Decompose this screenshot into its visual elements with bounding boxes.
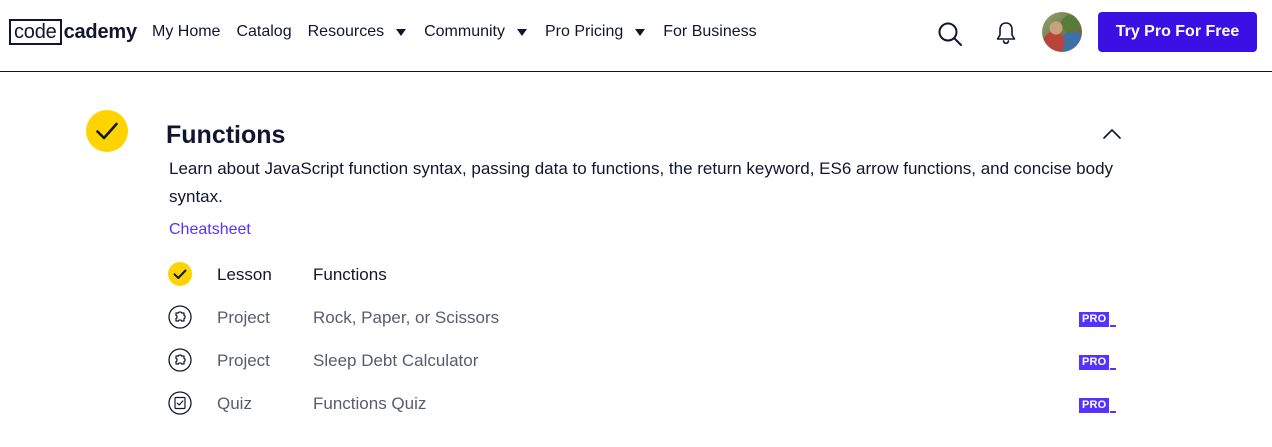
caret-down-icon bbox=[517, 28, 527, 36]
logo-code-part: code bbox=[9, 19, 62, 45]
item-title: Sleep Debt Calculator bbox=[313, 351, 479, 370]
codecademy-logo[interactable]: code cademy bbox=[9, 18, 137, 46]
main-nav: My Home Catalog Resources Community Pro … bbox=[152, 21, 773, 43]
nav-item-label: My Home bbox=[152, 23, 221, 40]
nav-item-community[interactable]: Community bbox=[424, 23, 527, 41]
item-type: Lesson bbox=[217, 265, 272, 284]
list-item[interactable]: Project Rock, Paper, or Scissors PRO bbox=[166, 301, 1126, 344]
item-title: Functions Quiz bbox=[313, 394, 427, 413]
module-complete-icon bbox=[86, 110, 128, 152]
list-item[interactable]: Lesson Functions bbox=[166, 258, 1126, 301]
checkmark-icon bbox=[96, 122, 118, 140]
nav-item-catalog[interactable]: Catalog bbox=[236, 23, 291, 41]
cheatsheet-link[interactable]: Cheatsheet bbox=[169, 221, 251, 239]
user-avatar[interactable] bbox=[1042, 12, 1082, 52]
search-icon bbox=[938, 22, 962, 46]
nav-item-label: Catalog bbox=[236, 23, 292, 40]
module-title: Functions bbox=[166, 121, 286, 149]
pro-badge: PRO bbox=[1079, 309, 1117, 327]
logo-cademy-part: cademy bbox=[63, 21, 137, 43]
nav-item-label: Community bbox=[424, 23, 505, 40]
pro-badge: PRO bbox=[1079, 352, 1117, 370]
notifications-button[interactable] bbox=[994, 20, 1018, 46]
puzzle-icon bbox=[168, 305, 192, 329]
pro-badge-label: PRO bbox=[1079, 312, 1110, 327]
nav-item-label: For Business bbox=[663, 23, 757, 40]
item-type: Quiz bbox=[217, 394, 252, 413]
search-button[interactable] bbox=[936, 20, 964, 48]
caret-down-icon bbox=[396, 28, 407, 36]
check-circle-icon bbox=[168, 262, 192, 286]
pro-badge-underscore bbox=[1110, 325, 1117, 327]
quiz-icon bbox=[168, 391, 192, 415]
item-title: Functions bbox=[313, 265, 387, 284]
pro-badge: PRO bbox=[1079, 395, 1117, 413]
puzzle-icon bbox=[168, 348, 192, 372]
pro-badge-underscore bbox=[1110, 368, 1117, 370]
caret-down-icon bbox=[635, 28, 646, 36]
nav-item-label: Pro Pricing bbox=[545, 23, 624, 40]
nav-item-for-business[interactable]: For Business bbox=[663, 23, 756, 41]
list-item[interactable]: Project Sleep Debt Calculator PRO bbox=[166, 344, 1126, 387]
nav-item-label: Resources bbox=[307, 23, 385, 40]
collapse-module-button[interactable] bbox=[1100, 124, 1124, 144]
module-items-list: Lesson Functions Project Rock, Paper, or… bbox=[166, 258, 1126, 430]
pro-badge-label: PRO bbox=[1079, 355, 1110, 370]
top-nav-bar: code cademy My Home Catalog Resources Co… bbox=[0, 0, 1272, 72]
bell-icon bbox=[996, 22, 1016, 45]
chevron-up-icon bbox=[1103, 129, 1121, 139]
nav-item-pro-pricing[interactable]: Pro Pricing bbox=[545, 23, 646, 41]
nav-item-resources[interactable]: Resources bbox=[307, 23, 407, 41]
item-type: Project bbox=[217, 351, 270, 370]
module-description: Learn about JavaScript function syntax, … bbox=[169, 159, 1114, 206]
item-type: Project bbox=[217, 308, 270, 327]
pro-badge-underscore bbox=[1110, 411, 1117, 413]
nav-item-my-home[interactable]: My Home bbox=[152, 23, 220, 41]
item-title: Rock, Paper, or Scissors bbox=[313, 308, 500, 327]
try-pro-button[interactable]: Try Pro For Free bbox=[1098, 12, 1257, 52]
pro-badge-label: PRO bbox=[1079, 398, 1110, 413]
list-item[interactable]: Quiz Functions Quiz PRO bbox=[166, 387, 1126, 430]
